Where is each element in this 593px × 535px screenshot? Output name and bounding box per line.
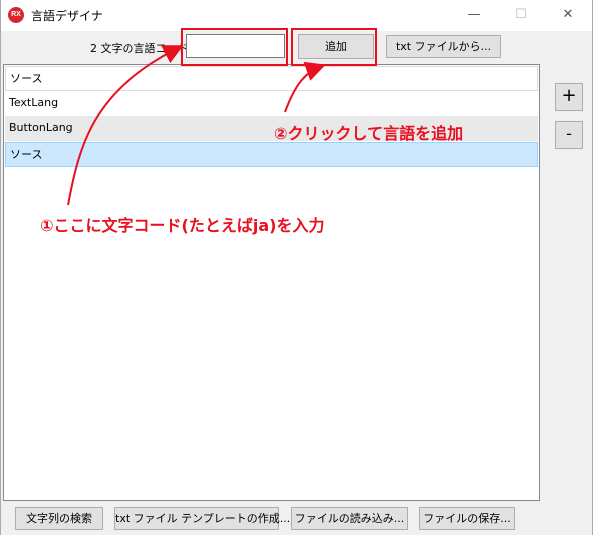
annotation-step1: ①ここに文字コード(たとえばja)を入力 xyxy=(40,216,325,235)
annotation-step2: ②クリックして言語を追加 xyxy=(274,124,464,143)
arrow-to-input xyxy=(67,45,184,206)
arrow-to-add-button xyxy=(284,61,326,113)
annotation-arrows xyxy=(67,45,326,206)
